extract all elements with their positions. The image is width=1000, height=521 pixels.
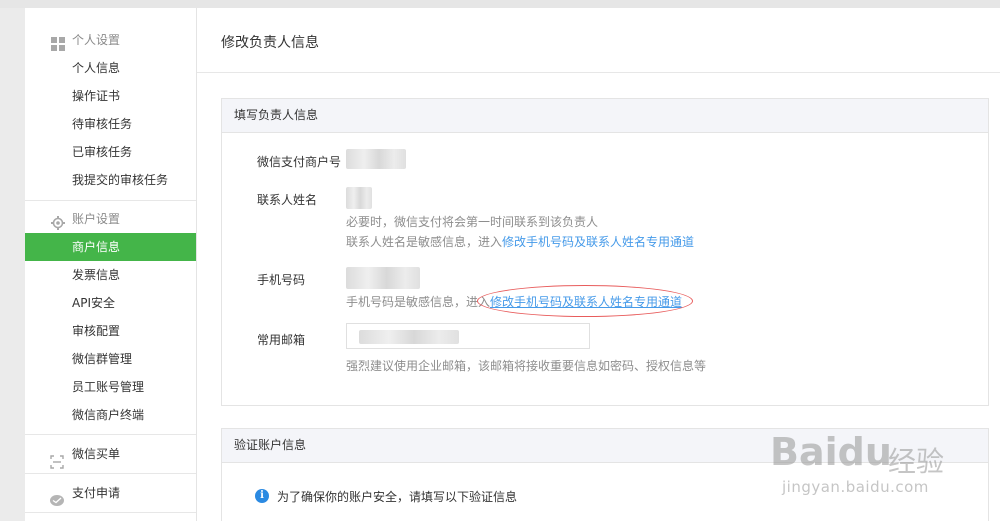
sidebar-divider (25, 512, 196, 513)
email-hint: 强烈建议使用企业邮箱，该邮箱将接收重要信息如密码、授权信息等 (346, 359, 707, 373)
sidebar-item-invoice-info[interactable]: 发票信息 (25, 261, 196, 289)
sidebar-item-certificate[interactable]: 操作证书 (25, 82, 196, 110)
panel-header: 验证账户信息 (222, 429, 988, 463)
sidebar-item-label: 操作证书 (72, 89, 121, 103)
phone-label: 手机号码 (257, 273, 306, 287)
sidebar-item-staff-account-mgmt[interactable]: 员工账号管理 (25, 373, 196, 401)
sidebar-item-wechat-order[interactable]: 微信买单 (25, 436, 196, 472)
sidebar-item-personal-info[interactable]: 个人信息 (25, 54, 196, 82)
scan-icon (50, 447, 64, 469)
sidebar-item-label: 商户信息 (72, 240, 121, 254)
merchant-id-label: 微信支付商户号 (257, 155, 342, 169)
sidebar-item-label: 微信商户终端 (72, 408, 145, 422)
sidebar-item-wechat-group-mgmt[interactable]: 微信群管理 (25, 345, 196, 373)
chat-bubble-icon (50, 486, 64, 506)
page-title: 修改负责人信息 (221, 35, 319, 51)
contact-name-value-redacted (346, 187, 372, 209)
sidebar-item-api-security[interactable]: API安全 (25, 289, 196, 317)
sidebar-item-label: 发票信息 (72, 268, 121, 282)
sidebar-item-merchant-terminal[interactable]: 微信商户终端 (25, 401, 196, 429)
sidebar-item-label: 待审核任务 (72, 117, 133, 131)
grid-icon (51, 33, 65, 51)
sidebar-group-label: 个人设置 (72, 33, 121, 47)
sidebar-item-label: 个人信息 (72, 61, 121, 75)
panel-title: 填写负责人信息 (234, 108, 319, 122)
phone-value-redacted (346, 267, 420, 289)
contact-info-panel: 填写负责人信息 微信支付商户号 联系人姓名 必要时，微信支付将会第一时间联系到该… (221, 98, 989, 406)
merchant-id-value-redacted (346, 149, 406, 169)
contact-name-hint: 必要时，微信支付将会第一时间联系到该负责人 (346, 215, 599, 229)
verify-account-panel: 验证账户信息 i 为了确保你的账户安全，请填写以下验证信息 (221, 428, 989, 521)
sidebar-group-personal-settings: 个人设置 (25, 26, 196, 54)
verify-info-text: 为了确保你的账户安全，请填写以下验证信息 (277, 490, 518, 504)
main-content: 修改负责人信息 填写负责人信息 微信支付商户号 联系人姓名 必要时，微信支付将会… (197, 8, 1000, 521)
email-label: 常用邮箱 (257, 333, 306, 347)
hint-text: 联系人姓名是敏感信息，进入 (346, 235, 503, 249)
sidebar-item-label: 我提交的审核任务 (72, 173, 169, 187)
email-value-redacted (359, 330, 459, 344)
modify-phone-name-link[interactable]: 修改手机号码及联系人姓名专用通道 (502, 235, 694, 249)
panel-title: 验证账户信息 (234, 438, 307, 452)
top-bar (0, 0, 1000, 8)
sidebar-item-my-submitted-tasks[interactable]: 我提交的审核任务 (25, 166, 196, 194)
sidebar-group-label: 账户设置 (72, 212, 121, 226)
contact-name-sensitive-hint: 联系人姓名是敏感信息，进入修改手机号码及联系人姓名专用通道 (346, 233, 694, 250)
sidebar-item-merchant-info[interactable]: 商户信息 (25, 233, 196, 261)
contact-name-label: 联系人姓名 (257, 193, 318, 207)
email-field[interactable] (346, 323, 590, 349)
modify-phone-name-link[interactable]: 修改手机号码及联系人姓名专用通道 (490, 295, 682, 309)
info-icon: i (255, 489, 269, 503)
sidebar-divider (25, 200, 196, 201)
sidebar-item-label: 审核配置 (72, 324, 121, 338)
page: 个人设置 个人信息 操作证书 待审核任务 已审核任务 我提交的审核任务 账户设置… (0, 0, 1000, 521)
sidebar-item-label: 微信买单 (72, 447, 121, 461)
sidebar-item-reviewed-tasks[interactable]: 已审核任务 (25, 138, 196, 166)
phone-sensitive-hint: 手机号码是敏感信息，进入修改手机号码及联系人姓名专用通道 (346, 293, 682, 310)
sidebar-item-label: 支付申请 (72, 486, 121, 500)
sidebar-item-pay-apply[interactable]: 支付申请 (25, 475, 196, 511)
sidebar-divider (25, 473, 196, 474)
sidebar-item-review-config[interactable]: 审核配置 (25, 317, 196, 345)
sidebar-group-account-settings: 账户设置 (25, 205, 196, 233)
hint-text: 手机号码是敏感信息，进入 (346, 295, 491, 309)
sidebar: 个人设置 个人信息 操作证书 待审核任务 已审核任务 我提交的审核任务 账户设置… (25, 8, 197, 521)
sidebar-item-label: 微信群管理 (72, 352, 133, 366)
sidebar-item-label: API安全 (72, 296, 115, 310)
sidebar-divider (25, 434, 196, 435)
sidebar-item-label: 已审核任务 (72, 145, 133, 159)
panel-header: 填写负责人信息 (222, 99, 988, 133)
sidebar-item-pending-tasks[interactable]: 待审核任务 (25, 110, 196, 138)
gear-icon (51, 212, 65, 230)
sidebar-item-label: 员工账号管理 (72, 380, 145, 394)
title-divider (197, 72, 1000, 73)
